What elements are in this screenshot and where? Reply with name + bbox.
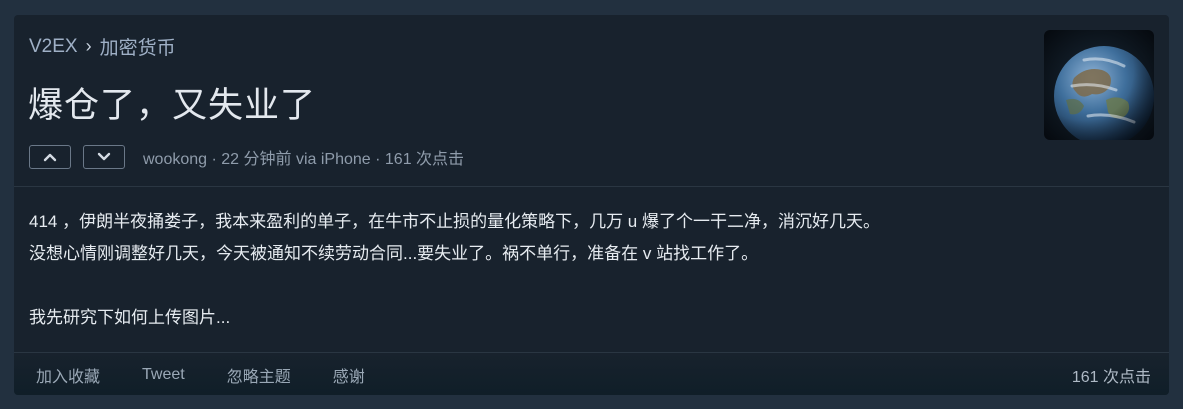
breadcrumb-site-link[interactable]: V2EX [29,36,78,58]
thank-link[interactable]: 感谢 [333,363,365,387]
tweet-link[interactable]: Tweet [142,366,185,384]
favorite-link[interactable]: 加入收藏 [36,363,100,387]
content-line: 没想心情刚调整好几天，今天被通知不续劳动合同...要失业了。祸不单行，准备在 v… [29,244,759,263]
earth-avatar[interactable] [1044,30,1154,140]
breadcrumb: V2EX › 加密货币 [29,33,176,60]
breadcrumb-separator: › [85,36,92,56]
earth-icon [1044,30,1154,140]
topic-box: V2EX › 加密货币 爆仓了，又失业了 wookong · 22 分钟前 vi… [14,15,1169,395]
topic-title: 爆仓了，又失业了 [28,86,317,125]
chevron-down-icon [97,152,111,161]
hit-count: 161 次点击 [1071,369,1151,386]
ignore-topic-link[interactable]: 忽略主题 [227,363,291,387]
topic-meta: wookong · 22 分钟前 via iPhone · 161 次点击 [29,145,464,169]
topic-meta-text: wookong · 22 分钟前 via iPhone · 161 次点击 [143,151,465,168]
topic-footer: 加入收藏 Tweet 忽略主题 感谢 161 次点击 [14,353,1169,395]
breadcrumb-node-link[interactable]: 加密货币 [100,33,176,60]
vote-down-button[interactable] [83,145,125,169]
vote-up-button[interactable] [29,145,71,169]
chevron-up-icon [43,153,57,162]
topic-content: 414 ，伊朗半夜捅娄子，我本来盈利的单子，在牛市不止损的量化策略下，几万 u … [14,187,1169,353]
topic-header: V2EX › 加密货币 爆仓了，又失业了 wookong · 22 分钟前 vi… [14,15,1169,187]
content-line: 414 ，伊朗半夜捅娄子，我本来盈利的单子，在牛市不止损的量化策略下，几万 u … [29,212,880,231]
content-line: 我先研究下如何上传图片... [29,308,231,327]
